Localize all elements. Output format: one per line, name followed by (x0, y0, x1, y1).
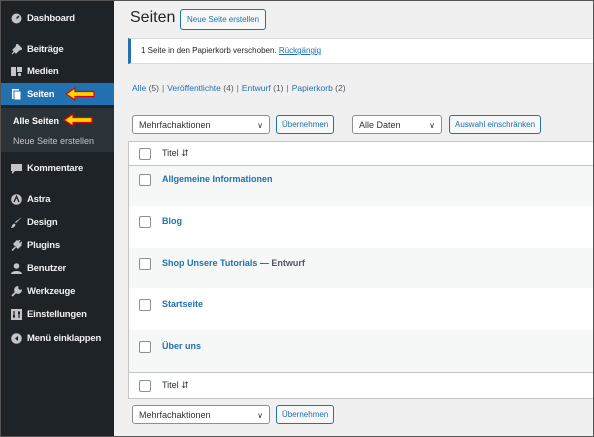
sidebar-item-label: Seiten (27, 88, 55, 100)
wrench-icon (11, 285, 22, 297)
plug-icon (11, 239, 22, 251)
sidebar-item-kommentare[interactable]: Kommentare (1, 157, 114, 179)
brush-icon (11, 216, 22, 228)
page-title-link[interactable]: Allgemeine Informationen (162, 174, 273, 184)
table-row: Über uns (129, 330, 593, 372)
column-title-header[interactable]: Titel ⇵ (162, 148, 189, 159)
chevron-down-icon: ∨ (257, 121, 263, 130)
settings-icon (11, 308, 22, 320)
select-all-checkbox[interactable] (139, 380, 151, 392)
table-header-row: Titel ⇵ (129, 142, 593, 166)
sidebar-item-einstellungen[interactable]: Einstellungen (1, 303, 114, 325)
table-row: Allgemeine Informationen (129, 166, 593, 206)
sidebar-item-medien[interactable]: Medien (1, 60, 114, 82)
view-trash[interactable]: Papierkorb (2) (292, 83, 346, 93)
view-draft[interactable]: Entwurf (1) (242, 83, 284, 93)
sidebar-item-label: Medien (27, 65, 59, 77)
sidebar-item-astra[interactable]: Astra (1, 188, 114, 210)
table-footer-row: Titel ⇵ (129, 372, 593, 398)
seiten-submenu: Alle Seiten Neue Seite erstellen (1, 108, 114, 152)
sidebar-item-design[interactable]: Design (1, 211, 114, 233)
dashboard-icon (11, 13, 22, 24)
view-filter-links: Alle (5) | Veröffentlichte (4) | Entwurf (1)… (132, 83, 346, 93)
sidebar-item-benutzer[interactable]: Benutzer (1, 257, 114, 279)
notice-text: 1 Seite in den Papierkorb verschoben. (141, 46, 277, 55)
apply-button[interactable]: Übernehmen (276, 115, 335, 134)
column-title-footer[interactable]: Titel ⇵ (162, 380, 189, 391)
trash-notice: 1 Seite in den Papierkorb verschoben. Rü… (128, 38, 593, 64)
sidebar-item-label: Kommentare (27, 162, 84, 174)
highlight-arrow-icon (65, 87, 95, 101)
comment-icon (11, 163, 22, 174)
row-checkbox[interactable] (139, 299, 151, 311)
sidebar-item-beitraege[interactable]: Beiträge (1, 38, 114, 60)
sidebar-item-label: Werkzeuge (27, 285, 76, 297)
chevron-down-icon: ∨ (429, 121, 435, 130)
undo-link[interactable]: Rückgängig (279, 46, 321, 55)
sort-icon: ⇵ (181, 148, 189, 158)
row-checkbox[interactable] (139, 258, 151, 270)
select-all-checkbox[interactable] (139, 148, 151, 160)
sidebar-item-label: Design (27, 216, 58, 228)
view-published[interactable]: Veröffentlichte (4) (167, 83, 233, 93)
bulk-action-select[interactable]: Mehrfachaktionen ∨ (132, 115, 270, 134)
page-title-link[interactable]: Blog (162, 216, 182, 226)
row-checkbox[interactable] (139, 174, 151, 186)
user-icon (11, 262, 22, 274)
bulk-action-select-bottom[interactable]: Mehrfachaktionen ∨ (132, 405, 270, 424)
sidebar-item-werkzeuge[interactable]: Werkzeuge (1, 280, 114, 302)
row-checkbox[interactable] (139, 216, 151, 228)
sidebar-item-seiten[interactable]: Seiten (1, 83, 114, 105)
sidebar-item-label: Plugins (27, 239, 60, 251)
page-icon (11, 88, 22, 100)
table-row: Blog (129, 206, 593, 248)
row-checkbox[interactable] (139, 341, 151, 353)
submenu-alle-seiten[interactable]: Alle Seiten (13, 116, 59, 126)
sidebar-item-label: Dashboard (27, 12, 75, 24)
page-title-link[interactable]: Startseite (162, 299, 203, 309)
pin-icon (11, 43, 22, 55)
collapse-icon (11, 332, 22, 344)
chevron-down-icon: ∨ (257, 411, 263, 420)
sidebar-item-label: Beiträge (27, 43, 64, 55)
wp-admin-window: Dashboard Beiträge Medien Seiten Alle Se… (0, 0, 594, 437)
sidebar-item-label: Menü einklappen (27, 332, 102, 344)
sidebar-item-plugins[interactable]: Plugins (1, 234, 114, 256)
sidebar-item-menu-einklappen[interactable]: Menü einklappen (1, 327, 114, 349)
filter-button[interactable]: Auswahl einschränken (449, 115, 542, 134)
view-all[interactable]: Alle (5) (132, 83, 159, 93)
page-title-link[interactable]: Über uns (162, 341, 201, 351)
sidebar-item-label: Astra (27, 193, 51, 205)
sidebar-item-label: Einstellungen (27, 308, 87, 320)
table-row: Shop Unsere Tutorials — Entwurf (129, 248, 593, 288)
submenu-neue-seite[interactable]: Neue Seite erstellen (13, 136, 94, 146)
table-row: Startseite (129, 288, 593, 330)
pages-table: Titel ⇵ Allgemeine Informationen Blog Sh… (128, 141, 593, 399)
astra-icon (11, 193, 22, 205)
page-title-link[interactable]: Shop Unsere Tutorials (162, 258, 257, 268)
highlight-arrow-icon (63, 113, 93, 127)
main-content: Seiten Neue Seite erstellen 1 Seite in d… (114, 1, 593, 436)
add-new-page-button[interactable]: Neue Seite erstellen (180, 9, 267, 30)
sidebar-item-dashboard[interactable]: Dashboard (1, 7, 114, 29)
media-icon (11, 66, 22, 77)
admin-sidebar: Dashboard Beiträge Medien Seiten Alle Se… (1, 1, 114, 436)
apply-button-bottom[interactable]: Übernehmen (276, 405, 335, 424)
sort-icon: ⇵ (181, 380, 189, 390)
date-filter-select[interactable]: Alle Daten ∨ (352, 115, 442, 134)
sidebar-item-label: Benutzer (27, 262, 67, 274)
page-title: Seiten (130, 9, 176, 26)
